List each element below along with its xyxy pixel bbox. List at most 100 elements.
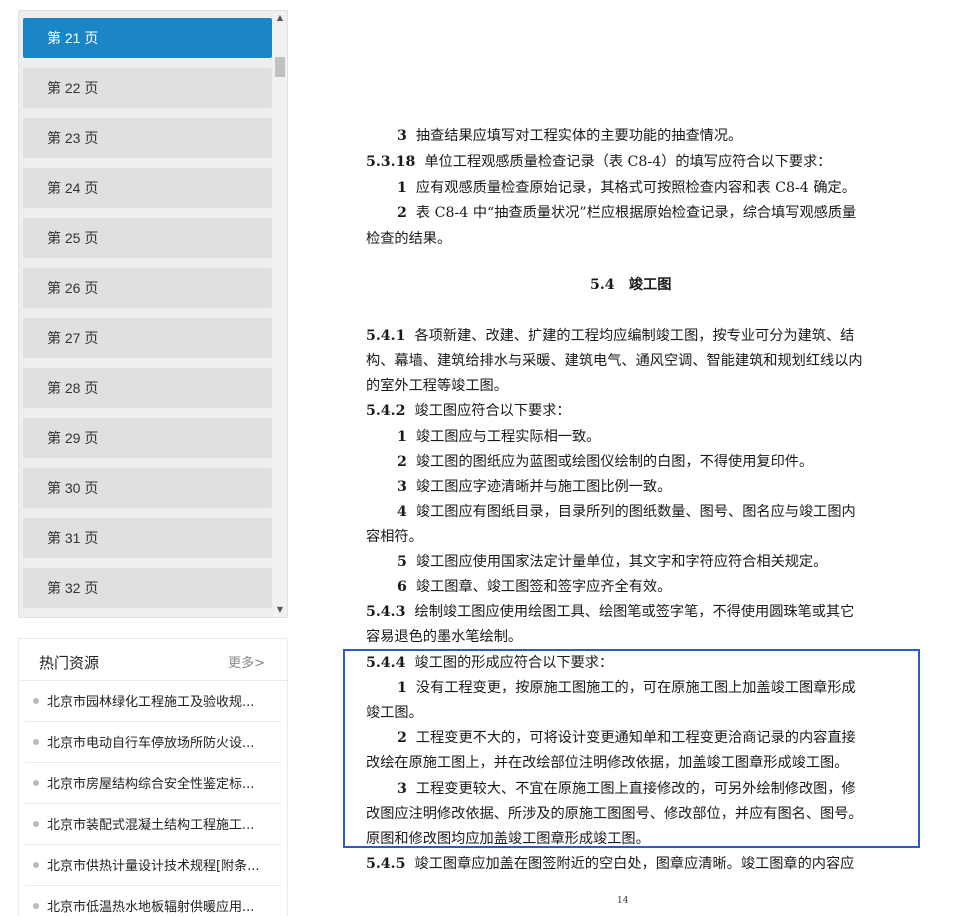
clause-text: 竣工图。 — [366, 705, 423, 721]
page-item-30[interactable]: 第 30 页 — [23, 468, 272, 508]
clause-text: 竣工图应有图纸目录，目录所列的图纸数量、图号、图名应与竣工图内 — [415, 504, 856, 520]
bullet-icon — [33, 780, 39, 786]
hot-resource-item[interactable]: 北京市园林绿化工程施工及验收规... — [25, 681, 281, 722]
document-page: 3 抽查结果应填写对工程实体的主要功能的抽查情况。 5.3.18 单位工程观感质… — [360, 0, 920, 916]
page-item-23[interactable]: 第 23 页 — [23, 118, 272, 158]
page-item-29[interactable]: 第 29 页 — [23, 418, 272, 458]
doc-line: 1 应有观感质量检查原始记录，其格式可按照检查内容和表 C8-4 确定。 — [397, 177, 856, 197]
doc-line: 6 竣工图章、竣工图签和签字应齐全有效。 — [397, 576, 671, 596]
page-item-21[interactable]: 第 21 页 — [23, 18, 272, 58]
clause-number: 5.3.18 — [366, 154, 416, 170]
clause-text: 没有工程变更，按原施工图施工的，可在原施工图上加盖竣工图章形成 — [415, 680, 856, 696]
clause-text: 应有观感质量检查原始记录，其格式可按照检查内容和表 C8-4 确定。 — [415, 180, 856, 196]
clause-text: 改绘在原施工图上，并在改绘部位注明修改依据，加盖竣工图章形成竣工图。 — [366, 755, 849, 771]
page-item-28[interactable]: 第 28 页 — [23, 368, 272, 408]
clause-text: 检查的结果。 — [366, 231, 452, 247]
doc-line: 检查的结果。 — [366, 228, 451, 248]
bullet-icon — [33, 862, 39, 868]
clause-text: 构、幕墙、建筑给排水与采暖、建筑电气、通风空调、智能建筑和规划红线以内 — [366, 353, 863, 369]
page-item-27[interactable]: 第 27 页 — [23, 318, 272, 358]
doc-line: 1 竣工图应与工程实际相一致。 — [397, 426, 600, 446]
doc-line: 原图和修改图均应加盖竣工图章形成竣工图。 — [366, 828, 650, 848]
doc-line: 竣工图。 — [366, 702, 423, 722]
page-item-24[interactable]: 第 24 页 — [23, 168, 272, 208]
clause-text: 竣工图的图纸应为蓝图或绘图仪绘制的白图，不得使用复印件。 — [415, 454, 814, 470]
section-heading: 5.4 竣工图 — [590, 277, 672, 293]
page-list-panel: 第 21 页 第 22 页 第 23 页 第 24 页 第 25 页 第 26 … — [18, 10, 288, 618]
doc-line: 容易退色的墨水笔绘制。 — [366, 626, 522, 646]
hot-resources-header: 热门资源 更多> — [19, 639, 287, 681]
doc-line: 5.4.3 绘制竣工图应使用绘图工具、绘图笔或签字笔，不得使用圆珠笔或其它 — [366, 601, 854, 621]
clause-number: 2 — [397, 730, 407, 746]
clause-text: 的室外工程等竣工图。 — [366, 378, 508, 394]
doc-line: 5.4.5 竣工图章应加盖在图签附近的空白处，图章应清晰。竣工图章的内容应 — [366, 853, 854, 873]
doc-line: 2 竣工图的图纸应为蓝图或绘图仪绘制的白图，不得使用复印件。 — [397, 451, 813, 471]
hot-resource-link[interactable]: 北京市房屋结构综合安全性鉴定标... — [47, 773, 282, 792]
clause-text: 改图应注明修改依据、所涉及的原施工图图号、修改部位，并应有图名、图号。 — [366, 806, 863, 822]
page-number: 14 — [617, 896, 629, 906]
clause-number: 1 — [397, 680, 407, 696]
doc-line: 改绘在原施工图上，并在改绘部位注明修改依据，加盖竣工图章形成竣工图。 — [366, 752, 848, 772]
doc-line: 5.4.2 竣工图应符合以下要求： — [366, 400, 571, 420]
clause-text: 竣工图章、竣工图签和签字应齐全有效。 — [415, 579, 672, 595]
clause-number: 3 — [397, 128, 407, 144]
scrollbar-thumb[interactable] — [275, 57, 285, 77]
hot-resource-link[interactable]: 北京市电动自行车停放场所防火设... — [47, 732, 282, 751]
clause-text: 工程变更不大的，可将设计变更通知单和工程变更洽商记录的内容直接 — [415, 730, 856, 746]
clause-number: 2 — [397, 205, 407, 221]
clause-text: 竣工图应字迹清晰并与施工图比例一致。 — [415, 479, 672, 495]
clause-number: 5.4.5 — [366, 856, 406, 872]
clause-number: 5.4.4 — [366, 655, 406, 671]
clause-text: 竣工图应符合以下要求： — [414, 403, 571, 419]
hot-resource-item[interactable]: 北京市房屋结构综合安全性鉴定标... — [25, 763, 281, 804]
clause-text: 竣工图的形成应符合以下要求： — [414, 655, 614, 671]
hot-resource-link[interactable]: 北京市低温热水地板辐射供暖应用... — [47, 896, 282, 915]
page-item-26[interactable]: 第 26 页 — [23, 268, 272, 308]
page-item-32[interactable]: 第 32 页 — [23, 568, 272, 608]
hot-resource-item[interactable]: 北京市装配式混凝土结构工程施工... — [25, 804, 281, 845]
doc-line: 5.4.1 各项新建、改建、扩建的工程均应编制竣工图，按专业可分为建筑、结 — [366, 325, 854, 345]
clause-number: 5.4.2 — [366, 403, 406, 419]
clause-text: 工程变更较大、不宜在原施工图上直接修改的，可另外绘制修改图，修 — [415, 781, 856, 797]
doc-line: 5 竣工图应使用国家法定计量单位，其文字和字符应符合相关规定。 — [397, 551, 827, 571]
clause-number: 4 — [397, 504, 407, 520]
clause-number: 5 — [397, 554, 407, 570]
clause-number: 5.4.1 — [366, 328, 406, 344]
clause-text: 竣工图章应加盖在图签附近的空白处，图章应清晰。竣工图章的内容应 — [414, 856, 855, 872]
doc-line: 3 抽查结果应填写对工程实体的主要功能的抽查情况。 — [397, 125, 742, 145]
hot-resource-link[interactable]: 北京市供热计量设计技术规程[附条... — [47, 855, 282, 874]
clause-number: 3 — [397, 781, 407, 797]
clause-number: 1 — [397, 429, 407, 445]
bullet-icon — [33, 821, 39, 827]
doc-line: 5.4.4 竣工图的形成应符合以下要求： — [366, 652, 613, 672]
scroll-down-arrow-icon[interactable]: ▼ — [273, 603, 287, 617]
more-link[interactable]: 更多> — [228, 652, 265, 671]
page-list-scrollbar[interactable]: ▲ ▼ — [273, 11, 287, 617]
hot-resource-link[interactable]: 北京市园林绿化工程施工及验收规... — [47, 691, 282, 710]
doc-line: 2 工程变更不大的，可将设计变更通知单和工程变更洽商记录的内容直接 — [397, 727, 856, 747]
bullet-icon — [33, 903, 39, 909]
hot-resource-item[interactable]: 北京市电动自行车停放场所防火设... — [25, 722, 281, 763]
clause-text: 竣工图应与工程实际相一致。 — [415, 429, 601, 445]
hot-resources-panel: 热门资源 更多> 北京市园林绿化工程施工及验收规... 北京市电动自行车停放场所… — [18, 638, 288, 916]
clause-number: 2 — [397, 454, 407, 470]
clause-text: 单位工程观感质量检查记录（表 C8-4）的填写应符合以下要求： — [424, 154, 832, 170]
doc-line: 5.3.18 单位工程观感质量检查记录（表 C8-4）的填写应符合以下要求： — [366, 151, 832, 171]
doc-line: 2 表 C8-4 中“抽查质量状况”栏应根据原始检查记录，综合填写观感质量 — [397, 202, 856, 222]
clause-text: 容相符。 — [366, 529, 423, 545]
page-item-31[interactable]: 第 31 页 — [23, 518, 272, 558]
clause-text: 绘制竣工图应使用绘图工具、绘图笔或签字笔，不得使用圆珠笔或其它 — [414, 604, 855, 620]
hot-resource-item[interactable]: 北京市低温热水地板辐射供暖应用... — [25, 886, 281, 916]
page-list: 第 21 页 第 22 页 第 23 页 第 24 页 第 25 页 第 26 … — [23, 18, 272, 617]
doc-line: 3 竣工图应字迹清晰并与施工图比例一致。 — [397, 476, 671, 496]
page-item-22[interactable]: 第 22 页 — [23, 68, 272, 108]
doc-line: 的室外工程等竣工图。 — [366, 375, 508, 395]
hot-resource-item[interactable]: 北京市供热计量设计技术规程[附条... — [25, 845, 281, 886]
doc-line: 3 工程变更较大、不宜在原施工图上直接修改的，可另外绘制修改图，修 — [397, 778, 856, 798]
clause-number: 1 — [397, 180, 407, 196]
page-item-25[interactable]: 第 25 页 — [23, 218, 272, 258]
hot-resource-link[interactable]: 北京市装配式混凝土结构工程施工... — [47, 814, 282, 833]
bullet-icon — [33, 698, 39, 704]
clause-text: 各项新建、改建、扩建的工程均应编制竣工图，按专业可分为建筑、结 — [414, 328, 855, 344]
scroll-up-arrow-icon[interactable]: ▲ — [273, 11, 287, 25]
